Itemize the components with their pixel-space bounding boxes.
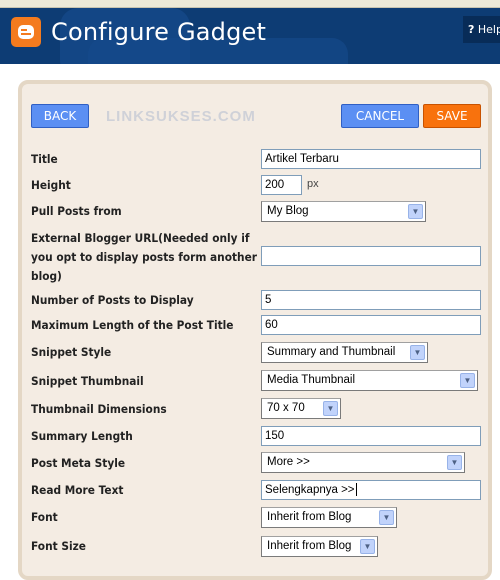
height-input[interactable]: 200 <box>261 175 302 195</box>
external-url-label-line1: External Blogger URL(Needed only if <box>31 231 250 245</box>
title-input[interactable]: Artikel Terbaru <box>261 149 481 169</box>
max-title-length-label: Maximum Length of the Post Title <box>31 318 234 332</box>
chevron-down-icon: ▼ <box>447 455 462 470</box>
chevron-down-icon: ▼ <box>460 373 475 388</box>
chevron-down-icon: ▼ <box>410 345 425 360</box>
blogger-logo-icon <box>11 17 41 47</box>
external-url-input[interactable] <box>261 246 481 266</box>
text-cursor <box>355 483 357 497</box>
title-label: Title <box>31 152 58 166</box>
font-size-value: Inherit from Blog <box>267 540 352 552</box>
chevron-down-icon: ▼ <box>408 204 423 219</box>
font-select[interactable]: Inherit from Blog ▼ <box>261 507 397 528</box>
font-label: Font <box>31 510 58 524</box>
help-label: Help <box>477 23 500 36</box>
height-unit: px <box>307 178 319 190</box>
height-label: Height <box>31 178 71 192</box>
post-meta-style-value: More >> <box>267 456 310 468</box>
thumbnail-dimensions-label: Thumbnail Dimensions <box>31 402 167 416</box>
snippet-thumbnail-value: Media Thumbnail <box>267 374 356 386</box>
pull-posts-select[interactable]: My Blog ▼ <box>261 201 426 222</box>
help-icon: ? <box>468 23 475 36</box>
cancel-button[interactable]: CANCEL <box>341 104 419 128</box>
snippet-thumbnail-label: Snippet Thumbnail <box>31 374 144 388</box>
num-posts-label: Number of Posts to Display <box>31 293 194 307</box>
thumbnail-dimensions-select[interactable]: 70 x 70 ▼ <box>261 398 341 419</box>
save-button[interactable]: SAVE <box>423 104 481 128</box>
chevron-down-icon: ▼ <box>379 510 394 525</box>
external-url-label-line3: blog) <box>31 269 62 283</box>
thumbnail-dimensions-value: 70 x 70 <box>267 402 305 414</box>
summary-length-input[interactable]: 150 <box>261 426 481 446</box>
chevron-down-icon: ▼ <box>323 401 338 416</box>
font-value: Inherit from Blog <box>267 511 352 523</box>
summary-length-label: Summary Length <box>31 429 133 443</box>
font-size-label: Font Size <box>31 539 86 553</box>
help-link[interactable]: ? Help <box>463 16 500 43</box>
page-title: Configure Gadget <box>51 18 267 46</box>
read-more-text-input[interactable]: Selengkapnya >> <box>261 480 481 500</box>
snippet-style-label: Snippet Style <box>31 345 112 359</box>
num-posts-input[interactable]: 5 <box>261 290 481 310</box>
browser-top-strip <box>0 0 500 8</box>
pull-posts-value: My Blog <box>267 205 309 217</box>
page-header: Configure Gadget ? Help <box>0 8 500 64</box>
font-size-select[interactable]: Inherit from Blog ▼ <box>261 536 378 557</box>
snippet-thumbnail-select[interactable]: Media Thumbnail ▼ <box>261 370 478 391</box>
post-meta-style-select[interactable]: More >> ▼ <box>261 452 465 473</box>
max-title-length-input[interactable]: 60 <box>261 315 481 335</box>
external-url-label-line2: you opt to display posts form another <box>31 250 257 264</box>
post-meta-style-label: Post Meta Style <box>31 456 126 470</box>
chevron-down-icon: ▼ <box>360 539 375 554</box>
back-button[interactable]: BACK <box>31 104 89 128</box>
pull-posts-label: Pull Posts from <box>31 204 122 218</box>
snippet-style-value: Summary and Thumbnail <box>267 346 396 358</box>
read-more-text-label: Read More Text <box>31 483 124 497</box>
read-more-text-value: Selengkapnya >> <box>265 484 355 496</box>
snippet-style-select[interactable]: Summary and Thumbnail ▼ <box>261 342 428 363</box>
watermark-text: LINKSUKSES.COM <box>106 108 256 125</box>
